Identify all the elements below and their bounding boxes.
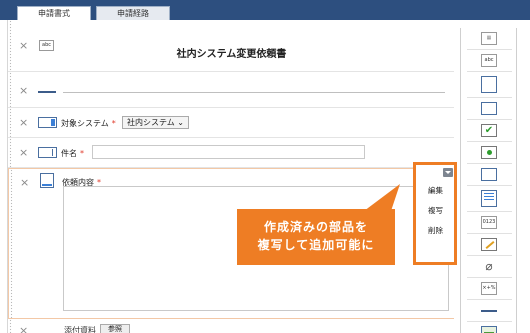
palette-item-number[interactable]: 0123: [461, 212, 518, 234]
palette-item-textarea[interactable]: [461, 72, 518, 98]
menu-item-edit[interactable]: 編集: [428, 185, 443, 196]
divider-icon: [38, 91, 56, 93]
palette-item-checkbox[interactable]: ✔: [461, 120, 518, 142]
menu-item-delete[interactable]: 削除: [428, 225, 443, 236]
delete-row-button[interactable]: ×: [20, 177, 29, 188]
target-system-select[interactable]: 社内システム ⌄: [122, 116, 190, 129]
page-title: 社内システム変更依頼書: [176, 49, 287, 60]
attachment-row[interactable]: × 添付資料 参照: [8, 319, 454, 333]
palette-item-radio[interactable]: [461, 142, 518, 164]
chevron-down-icon[interactable]: [443, 168, 453, 177]
delete-row-button[interactable]: ×: [19, 85, 28, 96]
radio-icon: [481, 146, 497, 159]
callout-line: 作成済みの部品を: [263, 220, 368, 234]
delete-row-button[interactable]: ×: [19, 325, 28, 333]
paperclip-icon: ⌀: [485, 259, 493, 273]
text-label-icon: abc: [481, 54, 497, 67]
tab-bar: 申請書式 申請経路: [0, 0, 530, 20]
textarea-field-icon: [40, 173, 54, 188]
palette-item-text-input[interactable]: [461, 98, 518, 120]
callout-line: 複写して追加可能に: [257, 238, 375, 252]
menu-item-duplicate[interactable]: 複写: [428, 205, 443, 216]
pencil-icon: [481, 238, 497, 251]
target-system-row[interactable]: × 対象システム * 社内システム ⌄: [8, 108, 454, 138]
palette-item-list[interactable]: [461, 186, 518, 212]
delete-row-button[interactable]: ×: [19, 147, 28, 158]
palette-item-picture[interactable]: [461, 322, 518, 333]
checkbox-icon: ✔: [481, 124, 497, 137]
divider-row[interactable]: ×: [8, 72, 454, 108]
calculation-icon: ×+%: [481, 282, 497, 295]
field-label: 対象システム *: [61, 119, 116, 128]
divider-line: [63, 92, 445, 93]
tab-form-design[interactable]: 申請書式: [17, 6, 91, 20]
divider-icon: [481, 310, 497, 312]
palette-item-calculation[interactable]: ×+%: [461, 278, 518, 300]
list-icon: [481, 190, 497, 207]
palette-item-dropdown[interactable]: [461, 164, 518, 186]
palette-item-label[interactable]: abc: [461, 50, 518, 72]
browse-button[interactable]: 参照: [100, 324, 130, 333]
subject-row[interactable]: × 件名 *: [8, 138, 454, 168]
number-field-icon: 0123: [481, 216, 497, 229]
palette-item-divider[interactable]: [461, 300, 518, 322]
field-label: 件名 *: [61, 149, 84, 158]
palette-item-attachment[interactable]: ⌀: [461, 256, 518, 278]
text-field-icon: [481, 102, 497, 115]
parts-palette: ▦ abc ✔ 0123 ⌀ ×+%: [460, 28, 517, 333]
delete-row-button[interactable]: ×: [19, 117, 28, 128]
dropdown-field-icon: [481, 168, 497, 181]
palette-item-date[interactable]: [461, 234, 518, 256]
feature-callout: 作成済みの部品を 複写して追加可能に: [237, 209, 395, 265]
image-placeholder-icon: ▦: [481, 32, 497, 45]
field-label: 添付資料: [64, 326, 96, 333]
subject-input[interactable]: [92, 145, 365, 159]
image-icon: [481, 326, 497, 333]
text-field-icon: [38, 147, 57, 158]
palette-item-image[interactable]: ▦: [461, 28, 518, 50]
title-row[interactable]: × abc 社内システム変更依頼書: [8, 20, 454, 72]
tab-approval-route[interactable]: 申請経路: [96, 6, 170, 20]
form-editor: × abc 社内システム変更依頼書 × × 対象システム * 社内システム ⌄ ×…: [7, 20, 454, 333]
textarea-field-icon: [481, 76, 497, 93]
row-context-menu: 編集 複写 削除: [413, 162, 457, 265]
dropdown-field-icon: [38, 117, 57, 128]
